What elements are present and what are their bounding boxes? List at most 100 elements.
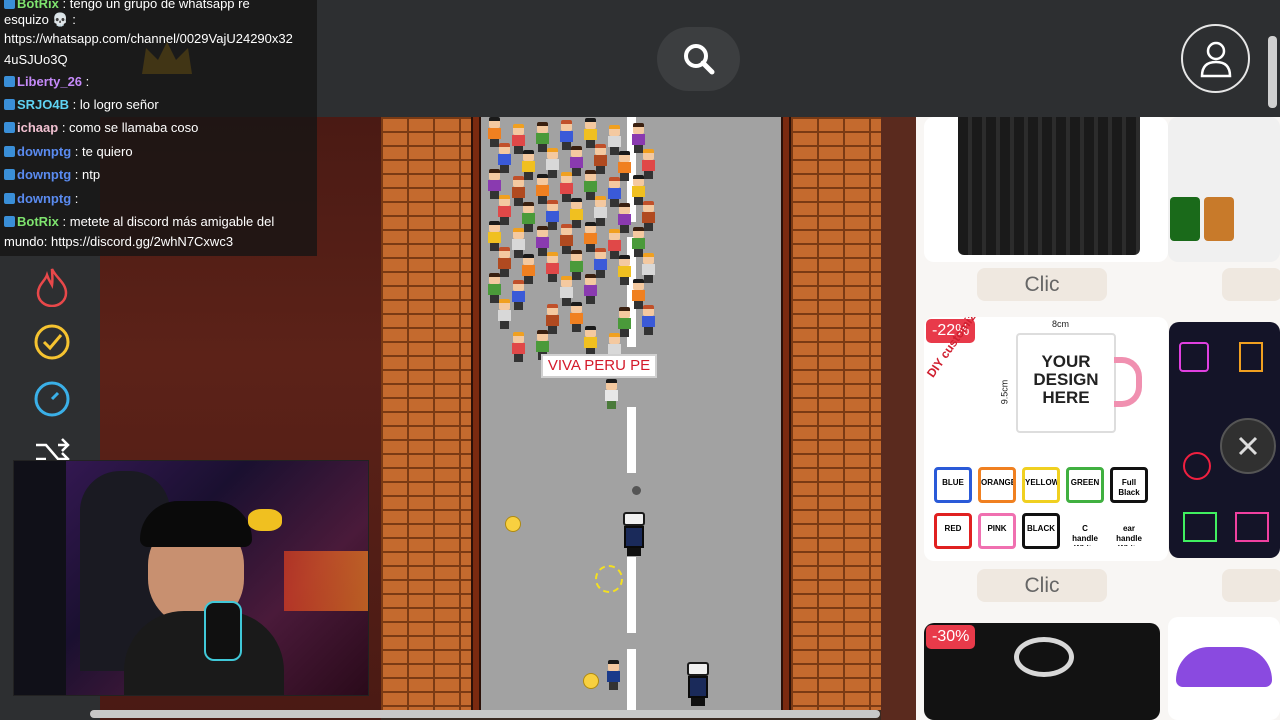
banana-lamp bbox=[248, 509, 282, 531]
crosshair-icon bbox=[595, 565, 623, 593]
curb-left bbox=[471, 117, 481, 710]
product-card[interactable] bbox=[924, 117, 1168, 262]
product-image bbox=[1176, 647, 1272, 687]
chat-message: downptg : te quiero bbox=[4, 144, 133, 159]
mug-title-line: YOUR bbox=[1041, 352, 1091, 371]
chat-text: : bbox=[74, 191, 79, 206]
chat-username[interactable]: downptg bbox=[17, 191, 71, 206]
chat-message: downptg : ntp bbox=[4, 167, 100, 182]
chat-username[interactable]: BotRix bbox=[17, 0, 59, 11]
horizontal-scrollbar[interactable] bbox=[90, 710, 880, 718]
protester bbox=[640, 305, 656, 335]
microphone bbox=[204, 601, 242, 661]
badge-icon bbox=[4, 146, 15, 157]
chat-message: downptg : bbox=[4, 191, 78, 206]
product-image bbox=[1204, 197, 1234, 241]
mug-color-option: YELLOW bbox=[1022, 467, 1060, 503]
chat-text: 4uSJUo3Q bbox=[4, 52, 68, 67]
close-ad-button[interactable] bbox=[1220, 418, 1276, 474]
chat-message: BotRix : metete al discord más amigable … bbox=[4, 214, 274, 229]
curb-right bbox=[781, 117, 791, 710]
mug-color-option: RED bbox=[934, 513, 972, 549]
mug-color-option: Full Black bbox=[1110, 467, 1148, 503]
protester bbox=[582, 274, 598, 304]
webcam-feed bbox=[13, 460, 369, 696]
chat-username[interactable]: ichaap bbox=[17, 120, 58, 135]
product-card[interactable]: -30% bbox=[924, 623, 1160, 720]
product-image bbox=[1170, 197, 1200, 241]
product-image bbox=[958, 117, 1140, 255]
badge-icon bbox=[4, 216, 15, 227]
badge-icon bbox=[4, 122, 15, 133]
protester bbox=[582, 326, 598, 356]
shop-panel: Clic -22% DIY customized YOUR DESIGN HER… bbox=[916, 117, 1280, 720]
protester bbox=[605, 660, 621, 690]
mug-image: YOUR DESIGN HERE bbox=[1016, 333, 1142, 433]
protester bbox=[510, 332, 526, 362]
clic-button[interactable] bbox=[1222, 569, 1280, 602]
search-button[interactable] bbox=[657, 27, 740, 91]
clic-button[interactable] bbox=[1222, 268, 1280, 301]
chat-username[interactable]: SRJO4B bbox=[17, 97, 69, 112]
mug-color-option: BLACK bbox=[1022, 513, 1060, 549]
game-canvas[interactable]: VIVA PERU PE bbox=[381, 117, 881, 710]
crowd bbox=[486, 117, 666, 377]
chat-message: 4uSJUo3Q bbox=[4, 52, 68, 67]
badge-icon bbox=[4, 193, 15, 204]
stream-root: VIVA PERU PE Clic -22% DIY customized YO… bbox=[0, 0, 1280, 720]
badge-icon bbox=[4, 76, 15, 87]
badge-icon bbox=[4, 169, 15, 180]
clic-button[interactable]: Clic bbox=[977, 569, 1107, 602]
mug-color-option: ORANGE bbox=[978, 467, 1016, 503]
police-officer bbox=[685, 662, 711, 706]
product-card[interactable] bbox=[1168, 117, 1280, 262]
mug-color-option: C handle White bbox=[1066, 513, 1104, 549]
mug-color-option: GREEN bbox=[1066, 467, 1104, 503]
protester bbox=[510, 280, 526, 310]
vertical-scrollbar[interactable] bbox=[1268, 36, 1277, 108]
protest-sign: VIVA PERU PE bbox=[541, 354, 657, 378]
profile-button[interactable] bbox=[1181, 24, 1250, 93]
brick-wall-left bbox=[381, 117, 471, 710]
timer-icon[interactable] bbox=[30, 376, 74, 420]
chat-overlay: BotRix : tengo un grupo de whatsapp re es… bbox=[0, 0, 317, 256]
chat-username[interactable]: Liberty_26 bbox=[17, 74, 82, 89]
brick-wall-right bbox=[791, 117, 881, 710]
chat-text: : lo logro señor bbox=[72, 97, 159, 112]
chat-text: : bbox=[85, 74, 90, 89]
chat-text: mundo: https://discord.gg/2whN7Cxwc3 bbox=[4, 234, 234, 249]
mug-color-option: BLUE bbox=[934, 467, 972, 503]
chat-message: mundo: https://discord.gg/2whN7Cxwc3 bbox=[4, 234, 233, 249]
product-card[interactable] bbox=[1168, 617, 1280, 720]
user-icon bbox=[1200, 41, 1231, 77]
mug-color-option: ear handle White bbox=[1110, 513, 1148, 549]
close-icon bbox=[1238, 436, 1258, 456]
chat-username[interactable]: downptg bbox=[17, 144, 71, 159]
chat-message: BotRix : tengo un grupo de whatsapp re bbox=[4, 0, 250, 11]
emoji-icon bbox=[505, 516, 521, 532]
chat-text: esquizo 💀 : bbox=[4, 12, 76, 27]
emoji-icon bbox=[583, 673, 599, 689]
search-icon bbox=[683, 44, 714, 75]
projectile bbox=[632, 486, 641, 495]
chat-text: https://whatsapp.com/channel/0029VajU242… bbox=[4, 31, 293, 46]
chat-text: : como se llamaba coso bbox=[61, 120, 199, 135]
chat-username[interactable]: downptg bbox=[17, 167, 71, 182]
chat-text: : ntp bbox=[74, 167, 101, 182]
width-label: 8cm bbox=[1052, 319, 1070, 329]
discount-badge: -30% bbox=[926, 625, 976, 649]
chat-message: SRJO4B : lo logro señor bbox=[4, 97, 159, 112]
checkmark-circle-icon[interactable] bbox=[30, 320, 74, 364]
police-officer bbox=[621, 512, 647, 556]
chat-username[interactable]: BotRix bbox=[17, 214, 59, 229]
chat-message: Liberty_26 : bbox=[4, 74, 89, 89]
height-label: 9.5cm bbox=[999, 379, 1010, 405]
chat-text: : tengo un grupo de whatsapp re bbox=[62, 0, 250, 11]
chat-message: esquizo 💀 : bbox=[4, 12, 76, 28]
fire-icon[interactable] bbox=[30, 265, 74, 309]
clic-button[interactable]: Clic bbox=[977, 268, 1107, 301]
mug-title-line: DESIGN bbox=[1033, 370, 1099, 389]
product-card[interactable]: -22% DIY customized YOUR DESIGN HERE 8cm… bbox=[924, 317, 1168, 561]
chat-text: : te quiero bbox=[74, 144, 133, 159]
chat-message: https://whatsapp.com/channel/0029VajU242… bbox=[4, 31, 293, 46]
